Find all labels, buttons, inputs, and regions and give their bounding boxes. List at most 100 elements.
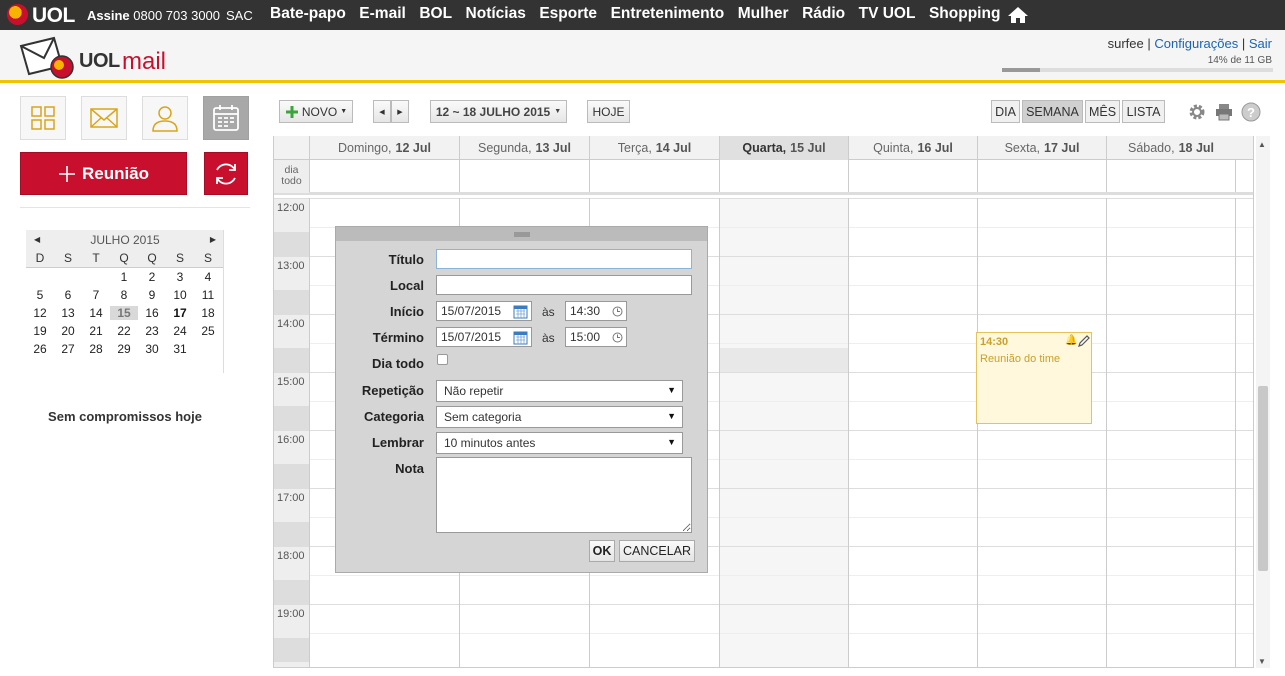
mini-calendar-day[interactable]: 21	[82, 324, 110, 338]
date-range-dropdown[interactable]: 12 ~ 18 JULHO 2015 ▼	[430, 100, 567, 123]
view-month-button[interactable]: MÊS	[1085, 100, 1120, 123]
end-date-input[interactable]: 15/07/2015	[436, 327, 532, 347]
mini-calendar-day[interactable]: 10	[166, 288, 194, 302]
day-header[interactable]: Domingo, 12 Jul	[309, 136, 459, 160]
end-time-input[interactable]: 15:00	[565, 327, 627, 347]
scroll-down-icon[interactable]: ▼	[1258, 657, 1266, 666]
mini-calendar-day[interactable]: 22	[110, 324, 138, 338]
nav-esporte[interactable]: Esporte	[539, 5, 597, 23]
start-date-input[interactable]: 15/07/2015	[436, 301, 532, 321]
next-month-icon[interactable]: ▶	[210, 235, 216, 244]
mini-calendar-day[interactable]: 16	[138, 306, 166, 320]
uol-logo-icon[interactable]	[7, 4, 28, 25]
home-icon[interactable]	[1007, 6, 1029, 24]
mini-calendar-day[interactable]: 12	[26, 306, 54, 320]
nav-noticias[interactable]: Notícias	[466, 5, 526, 23]
mini-calendar-day[interactable]: 1	[110, 270, 138, 284]
view-day-button[interactable]: DIA	[991, 100, 1020, 123]
mini-calendar-day[interactable]: 30	[138, 342, 166, 356]
category-label: Categoria	[364, 409, 424, 424]
day-header[interactable]: Sexta, 17 Jul	[977, 136, 1106, 160]
day-header[interactable]: Terça, 14 Jul	[589, 136, 719, 160]
scroll-thumb[interactable]	[1258, 386, 1268, 571]
mini-calendar-day[interactable]: 19	[26, 324, 54, 338]
mini-calendar-day[interactable]: 4	[194, 270, 222, 284]
envelope-logo-icon[interactable]	[18, 34, 78, 80]
mini-calendar-day[interactable]: 5	[26, 288, 54, 302]
mini-calendar-day[interactable]: 26	[26, 342, 54, 356]
nav-radio[interactable]: Rádio	[802, 5, 845, 23]
category-select[interactable]: Sem categoria ▼	[436, 406, 683, 428]
apps-tile[interactable]	[20, 96, 66, 140]
start-time-input[interactable]: 14:30	[565, 301, 627, 321]
subscribe-link[interactable]: Assine 0800 703 3000	[87, 8, 220, 23]
allday-checkbox[interactable]	[437, 354, 448, 365]
help-icon[interactable]: ?	[1241, 102, 1261, 122]
today-button[interactable]: HOJE	[587, 100, 630, 123]
nav-tv-uol[interactable]: TV UOL	[859, 5, 916, 23]
day-header[interactable]: Sábado, 18 Jul	[1106, 136, 1235, 160]
calendar-scrollbar[interactable]: ▲ ▼	[1256, 136, 1270, 668]
nav-bate-papo[interactable]: Bate-papo	[270, 5, 346, 23]
view-list-button[interactable]: LISTA	[1122, 100, 1165, 123]
next-week-button[interactable]: ▶	[391, 100, 409, 123]
mini-calendar-day[interactable]: 20	[54, 324, 82, 338]
sac-link[interactable]: SAC	[226, 8, 253, 23]
mini-calendar-day[interactable]: 23	[138, 324, 166, 338]
mini-calendar-day[interactable]: 29	[110, 342, 138, 356]
print-icon[interactable]	[1214, 102, 1234, 122]
view-week-button[interactable]: SEMANA	[1022, 100, 1083, 123]
mini-calendar-day[interactable]: 14	[82, 306, 110, 320]
remind-select[interactable]: 10 minutos antes ▼	[436, 432, 683, 454]
dropdown-caret-icon: ▼	[667, 437, 676, 447]
repeat-select[interactable]: Não repetir ▼	[436, 380, 683, 402]
day-header[interactable]: Quarta, 15 Jul	[719, 136, 848, 160]
calendar-picker-icon[interactable]	[513, 304, 528, 319]
calendar-tile[interactable]	[203, 96, 249, 140]
gear-icon[interactable]	[1187, 102, 1207, 122]
title-input[interactable]	[436, 249, 692, 269]
uol-logo-text[interactable]: UOL	[32, 4, 75, 28]
mini-calendar-day[interactable]: 9	[138, 288, 166, 302]
logout-link[interactable]: Sair	[1249, 36, 1272, 51]
calendar-picker-icon[interactable]	[513, 330, 528, 345]
ok-button[interactable]: OK	[589, 540, 615, 562]
calendar-event[interactable]: 14:30 🔔 Reunião do time	[976, 332, 1092, 424]
contacts-tile[interactable]	[142, 96, 188, 140]
nav-email[interactable]: E-mail	[359, 5, 406, 23]
pencil-icon[interactable]	[1077, 334, 1091, 348]
mini-calendar-day[interactable]: 6	[54, 288, 82, 302]
settings-link[interactable]: Configurações	[1154, 36, 1238, 51]
nav-entretenimento[interactable]: Entretenimento	[611, 5, 725, 23]
nav-mulher[interactable]: Mulher	[738, 5, 789, 23]
mini-calendar-day[interactable]: 13	[54, 306, 82, 320]
day-header[interactable]: Quinta, 16 Jul	[848, 136, 977, 160]
cancel-button[interactable]: CANCELAR	[619, 540, 695, 562]
mini-calendar-day[interactable]: 25	[194, 324, 222, 338]
mail-tile[interactable]	[81, 96, 127, 140]
nav-shopping[interactable]: Shopping	[929, 5, 1000, 23]
note-textarea[interactable]	[436, 457, 692, 533]
new-button[interactable]: NOVO ▼	[279, 100, 353, 123]
dialog-drag-handle[interactable]	[336, 227, 707, 241]
mini-calendar-day[interactable]: 8	[110, 288, 138, 302]
location-input[interactable]	[436, 275, 692, 295]
day-header[interactable]: Segunda, 13 Jul	[459, 136, 589, 160]
mini-calendar-day[interactable]: 27	[54, 342, 82, 356]
mini-calendar-day[interactable]: 15	[110, 306, 138, 320]
mini-calendar-day[interactable]: 24	[166, 324, 194, 338]
mini-calendar-day[interactable]: 31	[166, 342, 194, 356]
scroll-up-icon[interactable]: ▲	[1258, 140, 1266, 149]
mini-calendar-day[interactable]: 17	[166, 306, 194, 320]
mini-calendar-day[interactable]: 7	[82, 288, 110, 302]
mini-calendar-day[interactable]: 11	[194, 288, 222, 302]
refresh-button[interactable]	[204, 152, 248, 195]
mini-calendar-day[interactable]: 3	[166, 270, 194, 284]
mini-calendar-day[interactable]: 18	[194, 306, 222, 320]
nav-bol[interactable]: BOL	[419, 5, 452, 23]
mini-calendar-day[interactable]: 2	[138, 270, 166, 284]
prev-month-icon[interactable]: ◀	[34, 235, 40, 244]
new-meeting-button[interactable]: Reunião	[20, 152, 187, 195]
prev-week-button[interactable]: ◀	[373, 100, 391, 123]
mini-calendar-day[interactable]: 28	[82, 342, 110, 356]
